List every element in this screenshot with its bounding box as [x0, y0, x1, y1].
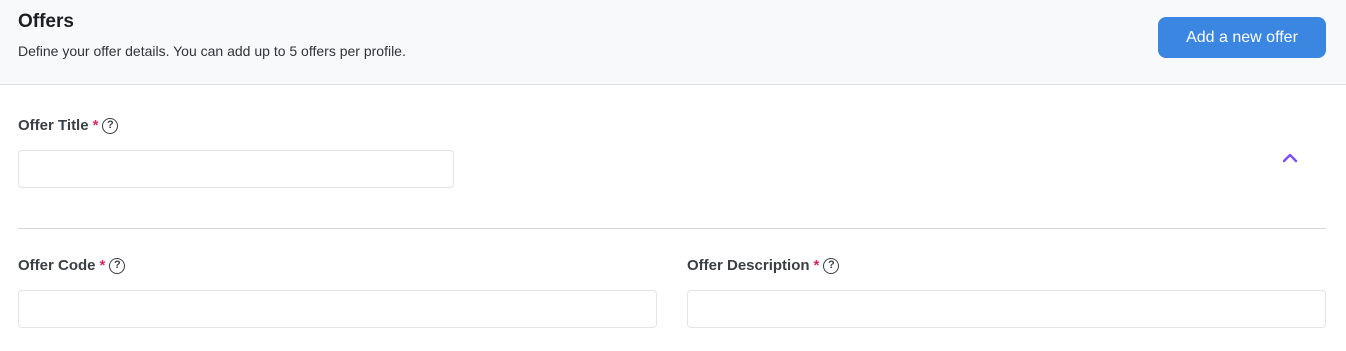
- offers-header: Offers Define your offer details. You ca…: [0, 0, 1346, 85]
- required-marker: *: [813, 257, 820, 274]
- required-marker: *: [99, 257, 106, 274]
- offer-description-label: Offer Description * ?: [687, 257, 840, 274]
- chevron-up-icon[interactable]: [1280, 150, 1300, 164]
- offer-title-label-text: Offer Title: [18, 117, 89, 134]
- offer-description-input[interactable]: [687, 290, 1326, 328]
- section-divider: [18, 228, 1326, 229]
- offer-description-label-text: Offer Description: [687, 257, 810, 274]
- help-icon[interactable]: ?: [109, 257, 126, 274]
- add-new-offer-button[interactable]: Add a new offer: [1158, 17, 1326, 58]
- offer-title-label: Offer Title * ?: [18, 117, 119, 134]
- offer-code-input[interactable]: [18, 290, 657, 328]
- help-icon[interactable]: ?: [823, 257, 840, 274]
- required-marker: *: [92, 117, 99, 134]
- offer-code-label-text: Offer Code: [18, 257, 96, 274]
- help-icon[interactable]: ?: [102, 117, 119, 134]
- page-subtitle: Define your offer details. You can add u…: [18, 43, 406, 59]
- offer-title-input[interactable]: [18, 150, 454, 188]
- offer-code-label: Offer Code * ?: [18, 257, 126, 274]
- page-title: Offers: [18, 11, 74, 32]
